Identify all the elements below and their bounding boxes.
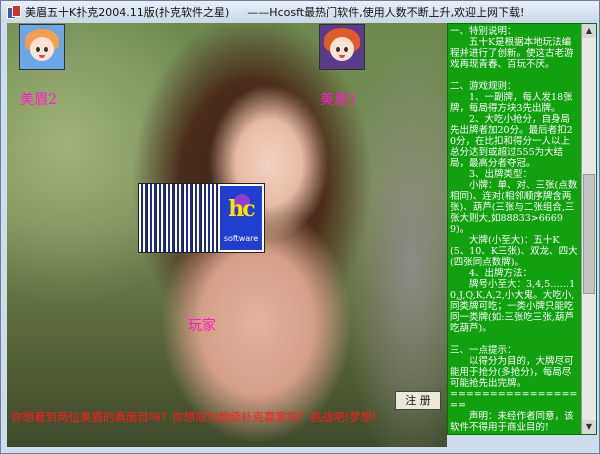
logo-caption: software xyxy=(223,234,259,243)
rules-panel[interactable]: 一、特别说明： 五十K是根据本地玩法编程并进行了创新。使这古老游戏再现青春、百玩… xyxy=(447,23,597,435)
logo-text: hc xyxy=(228,196,255,222)
rules-text: 一、特别说明： 五十K是根据本地玩法编程并进行了创新。使这古老游戏再现青春、百玩… xyxy=(450,26,578,434)
player-name: 玩家 xyxy=(188,318,216,334)
scroll-up-arrow-icon[interactable]: ▲ xyxy=(582,24,596,38)
window-title-main: 美眉五十K扑克2004.11版(扑克软件之星) xyxy=(25,6,230,19)
hc-software-logo-card: hc software xyxy=(217,183,265,253)
opponent-1-name: 美眉1 xyxy=(320,92,357,108)
promo-message: 你想看到两位美眉的真面目吗？你想成为超级扑克赢家吗？挑战吧!梦想! xyxy=(11,410,377,424)
opponent-2-avatar xyxy=(19,24,65,70)
scroll-down-arrow-icon[interactable]: ▼ xyxy=(582,420,596,434)
scroll-thumb[interactable] xyxy=(583,174,595,294)
opponent-2-name: 美眉2 xyxy=(20,92,57,108)
game-window: 美眉五十K扑克2004.11版(扑克软件之星) ——Hcosft最热门软件,使用… xyxy=(0,0,600,454)
register-button[interactable]: 注 册 xyxy=(395,391,441,410)
window-title-slogan: ——Hcosft最热门软件,使用人数不断上升,欢迎上网下载! xyxy=(247,6,525,19)
rules-scrollbar[interactable]: ▲ ▼ xyxy=(581,24,596,434)
cards-app-icon xyxy=(7,5,21,19)
game-table[interactable]: 美眉2 美眉1 hc software 玩家 注 册 你想看到两位美眉的真面目吗… xyxy=(7,23,447,447)
title-bar[interactable]: 美眉五十K扑克2004.11版(扑克软件之星) ——Hcosft最热门软件,使用… xyxy=(1,1,599,23)
opponent-1-avatar xyxy=(319,24,365,70)
